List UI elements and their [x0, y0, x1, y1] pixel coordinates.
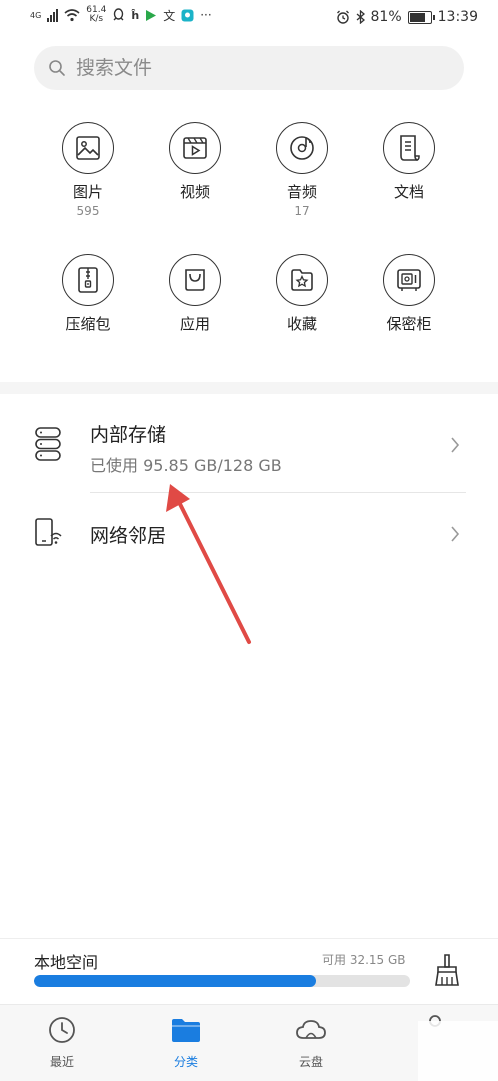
image-icon — [62, 122, 114, 174]
local-space-title: 本地空间 — [34, 953, 99, 972]
network-neighbors-row[interactable]: 网络邻居 — [0, 493, 498, 577]
category-label: 图片 — [72, 183, 103, 201]
status-left: 4G 61.4 K/s ĥ 文 ··· — [30, 6, 212, 24]
play-store-icon — [146, 9, 157, 21]
favorite-icon — [276, 254, 328, 306]
signal-icon — [47, 8, 59, 22]
network-neighbors-title: 网络邻居 — [90, 525, 167, 547]
tab-categories[interactable]: 分类 — [141, 1015, 231, 1070]
category-label: 音频 — [286, 183, 317, 201]
audio-icon — [276, 122, 328, 174]
internal-storage-usage: 已使用 95.85 GB/128 GB — [90, 456, 282, 475]
tab-cloud[interactable]: 云盘 — [266, 1015, 356, 1070]
category-label: 保密柜 — [386, 315, 432, 333]
category-label: 压缩包 — [65, 315, 111, 333]
safe-icon — [383, 254, 435, 306]
battery-icon — [407, 10, 435, 24]
category-archives[interactable]: 压缩包 — [38, 254, 138, 333]
tab-label: 云盘 — [298, 1055, 323, 1069]
category-documents[interactable]: 文档 — [359, 122, 459, 204]
assistant-icon — [181, 9, 194, 21]
category-label: 收藏 — [286, 315, 317, 333]
status-bar: 4G 61.4 K/s ĥ 文 ··· 81% 13:39 — [0, 0, 498, 36]
category-videos[interactable]: 视频 — [145, 122, 245, 204]
category-images[interactable]: 图片 595 — [38, 122, 138, 218]
storage-progress-fill — [34, 975, 316, 987]
network-type: 4G — [30, 10, 42, 20]
search-bar[interactable] — [34, 46, 464, 90]
search-icon — [49, 60, 65, 76]
battery-fill — [409, 12, 425, 22]
category-count: 17 — [294, 204, 310, 218]
app-bag-icon — [169, 254, 221, 306]
clock-time: 13:39 — [437, 9, 478, 25]
category-count: 595 — [76, 204, 100, 218]
archive-icon — [62, 254, 114, 306]
category-apps[interactable]: 应用 — [145, 254, 245, 333]
battery-percent: 81% — [370, 9, 402, 25]
category-label: 视频 — [179, 183, 210, 201]
watermark-overlay — [418, 1021, 498, 1081]
document-icon — [383, 122, 435, 174]
category-safe[interactable]: 保密柜 — [359, 254, 459, 333]
more-icon: ··· — [200, 8, 212, 22]
alarm-icon — [336, 10, 349, 24]
status-right: 81% 13:39 — [336, 9, 478, 25]
chevron-right-icon — [451, 526, 460, 542]
tab-label: 最近 — [49, 1055, 74, 1069]
speed-unit: K/s — [89, 14, 104, 24]
qq-icon — [113, 8, 124, 21]
tab-recent[interactable]: 最近 — [17, 1015, 107, 1070]
storage-icon — [35, 427, 61, 461]
bottom-tab-bar: 最近 分类 云盘 — [0, 1004, 498, 1081]
local-space-free: 可用 32.15 GB — [322, 953, 406, 967]
bluetooth-icon — [356, 10, 365, 24]
category-label: 应用 — [179, 315, 210, 333]
chevron-right-icon — [451, 437, 460, 453]
storage-progress-bar — [34, 975, 410, 987]
wifi-icon — [64, 8, 80, 21]
tab-label: 分类 — [173, 1055, 198, 1069]
internal-storage-row[interactable]: 内部存储 已使用 95.85 GB/128 GB — [0, 400, 498, 492]
internal-storage-title: 内部存储 — [90, 424, 167, 446]
clock-icon — [49, 1017, 75, 1043]
search-input[interactable] — [74, 56, 418, 80]
local-space-panel: 本地空间 可用 32.15 GB — [0, 938, 498, 1003]
section-divider — [0, 382, 498, 394]
app-notification-icon: ĥ — [131, 8, 140, 22]
network-speed: 61.4 K/s — [86, 6, 106, 24]
cloud-icon — [296, 1020, 326, 1039]
category-audio[interactable]: 音频 17 — [252, 122, 352, 218]
folder-icon — [172, 1019, 200, 1042]
category-favorites[interactable]: 收藏 — [252, 254, 352, 333]
translate-icon: 文 — [163, 8, 176, 23]
network-device-icon — [35, 518, 62, 546]
cleanup-broom-icon[interactable] — [432, 953, 462, 987]
category-label: 文档 — [393, 183, 424, 201]
video-icon — [169, 122, 221, 174]
